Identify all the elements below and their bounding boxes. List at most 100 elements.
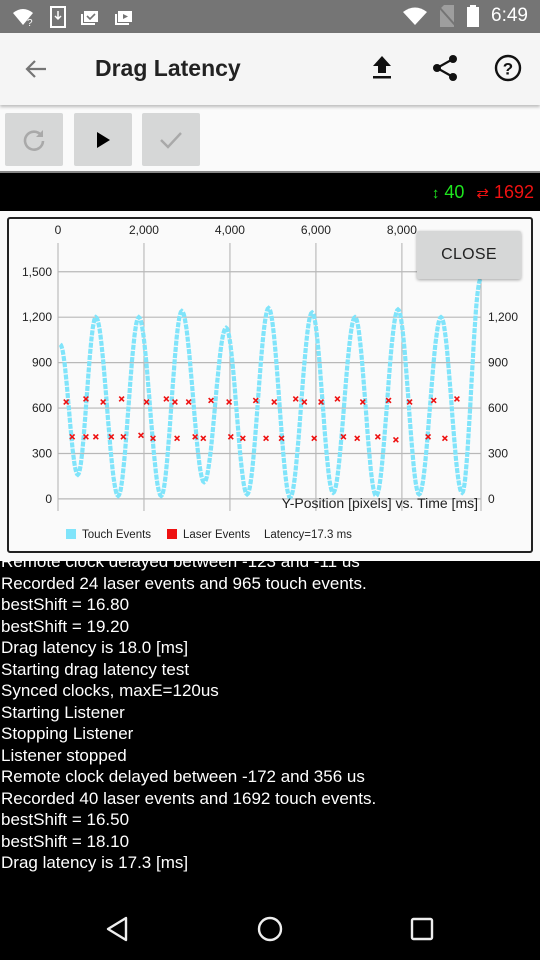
no-sim-icon (439, 5, 456, 27)
y-tick-label-left: 300 (32, 446, 52, 460)
log-output: Remote clock delayed between -123 and -1… (0, 561, 540, 891)
share-icon[interactable] (430, 53, 460, 83)
touch-events-line (58, 277, 483, 501)
laser-event-marker (227, 433, 234, 440)
y-tick-label-right: 900 (488, 356, 508, 370)
laser-event-marker (292, 395, 299, 402)
laser-event-marker (138, 432, 144, 439)
work-play-icon (115, 11, 132, 25)
work-check-icon (81, 11, 98, 25)
close-button[interactable]: CLOSE (417, 231, 521, 279)
y-tick-label-right: 1,200 (488, 310, 518, 324)
laser-event-marker (120, 433, 127, 440)
log-line: Remote clock delayed between -123 and -1… (1, 561, 360, 571)
app-bar: Drag Latency ? (0, 33, 540, 105)
log-line: bestShift = 16.80 (1, 595, 130, 614)
laser-event-marker (171, 399, 178, 405)
svg-text:?: ? (503, 60, 513, 79)
status-bar: ? 6:49 (0, 0, 540, 33)
wifi-question-icon: ? (13, 9, 33, 27)
log-line: Listener stopped (1, 745, 127, 765)
laser-event-marker (430, 397, 437, 404)
log-line: Drag latency is 17.3 [ms] (1, 853, 189, 872)
log-line: Stopping Listener (1, 724, 134, 743)
play-button[interactable] (74, 113, 132, 166)
svg-text:?: ? (27, 18, 33, 27)
y-tick-label-left: 1,200 (22, 310, 52, 324)
laser-event-marker (200, 435, 207, 442)
log-line: bestShift = 16.50 (1, 810, 130, 829)
log-lines: Remote clock delayed between -123 and -1… (1, 561, 376, 874)
test-toolbar (0, 105, 540, 173)
battery-icon (467, 5, 480, 27)
laser-event-marker (453, 395, 460, 402)
laser-event-marker (271, 399, 278, 405)
y-tick-label-left: 0 (45, 492, 52, 506)
legend-label: Touch Events (82, 529, 151, 541)
laser-vertical-arrow-icon: ↕ (431, 185, 440, 202)
laser-event-marker (163, 395, 170, 402)
laser-event-marker (334, 395, 341, 402)
download-icon (50, 6, 66, 28)
laser-event-marker (174, 435, 181, 442)
y-tick-label-right: 0 (488, 492, 495, 506)
latency-annotation: Latency=17.3 ms (264, 529, 352, 541)
x-tick-label: 8,000 (387, 223, 417, 237)
chart-title: Y-Position [pixels] vs. Time [ms] (282, 495, 478, 511)
y-tick-label-right: 300 (488, 446, 508, 460)
log-line: Remote clock delayed between -172 and 35… (1, 767, 365, 786)
back-nav-icon[interactable] (104, 915, 132, 943)
log-line: bestShift = 19.20 (1, 616, 130, 636)
y-tick-label-left: 600 (32, 401, 52, 415)
laser-event-marker (392, 436, 399, 443)
log-line: Starting drag latency test (1, 659, 190, 679)
refresh-button[interactable] (5, 113, 63, 166)
laser-event-marker (226, 399, 233, 405)
laser-event-marker (354, 435, 361, 442)
x-tick-label: 2,000 (129, 223, 159, 237)
legend-swatch (66, 529, 76, 539)
log-line: Recorded 24 laser events and 965 touch e… (1, 573, 367, 593)
log-line: Starting Listener (1, 702, 125, 722)
play-icon (97, 131, 110, 148)
y-tick-label-left: 900 (32, 356, 52, 370)
laser-count-value: 40 (444, 182, 465, 202)
recents-nav-icon[interactable] (408, 915, 436, 943)
laser-event-marker (263, 435, 270, 442)
refresh-icon (23, 129, 45, 151)
touch-swap-arrows-icon: ⇄ (476, 185, 489, 202)
x-tick-label: 6,000 (301, 223, 331, 237)
check-icon (160, 131, 182, 149)
y-tick-label-left: 1,500 (22, 265, 52, 279)
legend-swatch (167, 529, 177, 539)
arrow-back-icon[interactable] (22, 55, 50, 83)
navigation-bar (0, 895, 540, 960)
wifi-icon (403, 7, 428, 25)
log-line: Drag latency is 18.0 [ms] (1, 638, 189, 657)
touch-count-value: 1692 (493, 182, 534, 202)
laser-event-marker (239, 435, 246, 442)
x-tick-label: 0 (55, 223, 62, 237)
log-line: Recorded 40 laser events and 1692 touch … (1, 788, 377, 808)
clock-time: 6:49 (491, 5, 528, 26)
log-line: Synced clocks, maxE=120us (1, 681, 219, 700)
log-line: bestShift = 18.10 (1, 831, 130, 851)
laser-event-marker (100, 399, 107, 405)
page-title: Drag Latency (95, 55, 241, 81)
help-icon[interactable]: ? (493, 53, 523, 83)
laser-event-marker (374, 433, 381, 440)
laser-event-marker (92, 433, 99, 440)
done-button[interactable] (142, 113, 200, 166)
home-nav-icon[interactable] (256, 915, 284, 943)
laser-count: ↕ 40 (432, 182, 465, 203)
touch-count: ⇄ 1692 (476, 182, 534, 203)
laser-event-marker (185, 399, 192, 405)
laser-event-marker (118, 395, 125, 402)
laser-event-marker (208, 397, 215, 404)
legend-label: Laser Events (183, 529, 250, 541)
laser-event-marker (441, 435, 448, 442)
y-tick-label-right: 600 (488, 401, 508, 415)
upload-icon[interactable] (367, 53, 397, 83)
x-tick-label: 4,000 (215, 223, 245, 237)
event-counts-bar: ↕ 40 ⇄ 1692 (0, 175, 540, 211)
